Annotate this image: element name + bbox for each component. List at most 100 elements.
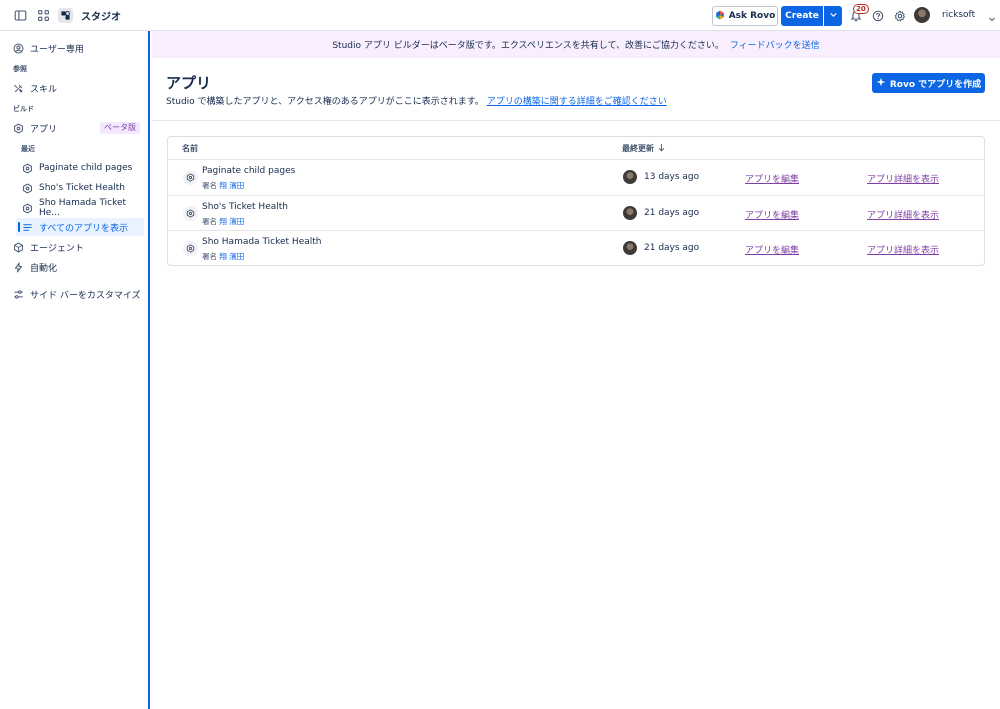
edit-app-link[interactable]: アプリを編集 [745,172,799,185]
notification-count-badge: 20 [853,4,869,14]
sidebar-item-skills[interactable]: スキル [8,79,144,97]
create-app-label: Rovo でアプリを作成 [889,79,982,90]
page-description: Studio で構築したアプリと、アクセス権のあるアプリがここに表示されます。 … [166,94,667,107]
last-updated: 13 days ago [644,172,700,182]
author-label: 署名 [202,252,217,261]
avatar [623,170,637,184]
app-hex-icon [183,206,198,221]
description-text: Studio で構築したアプリと、アクセス権のあるアプリがここに表示されます。 [166,97,484,107]
view-app-details-link[interactable]: アプリ詳細を表示 [867,243,939,256]
sidebar-item-recent-app[interactable]: Sho's Ticket Health [16,179,144,197]
sidebar-item-label: Sho Hamada Ticket He... [39,198,127,218]
sidebar-section-recent: 最近 [21,145,35,153]
sidebar-item-recent-app[interactable]: Sho Hamada Ticket He... [16,198,144,218]
chevron-down-icon [829,10,838,22]
app-author: 署名 翔 濱田 [202,180,244,191]
avatar [623,206,637,220]
view-app-details-link[interactable]: アプリ詳細を表示 [867,172,939,185]
studio-logo-icon[interactable] [58,7,73,23]
app-hex-icon [13,122,24,134]
sidebar: ユーザー専用 参照 スキル ビルド アプリ ベータ版 最近 Paginate c… [0,31,150,709]
sidebar-item-personal[interactable]: ユーザー専用 [8,39,144,57]
create-button[interactable]: Create [781,6,823,26]
last-updated: 21 days ago [644,243,700,253]
table-row: Sho Hamada Ticket Health 署名 翔 濱田 21 days… [168,230,984,265]
app-hex-icon [22,162,33,174]
app-hex-icon [183,170,198,185]
column-header-name[interactable]: 名前 [182,143,198,154]
sidebar-item-label: ユーザー専用 [30,44,84,55]
table-row: Sho's Ticket Health 署名 翔 濱田 21 days ago … [168,195,984,230]
topbar-left-group: スタジオ [0,7,121,23]
author-label: 署名 [202,181,217,190]
edit-app-link[interactable]: アプリを編集 [745,243,799,256]
author-link[interactable]: 翔 濱田 [219,181,244,190]
feedback-link[interactable]: フィードバックを送信 [730,38,820,51]
sidebar-item-agents[interactable]: エージェント [8,238,144,256]
lightning-icon [13,262,24,273]
sidebar-item-label: Sho's Ticket Health [39,183,125,193]
arrow-down-icon [657,143,666,154]
sidebar-item-automation[interactable]: 自動化 [8,258,144,276]
top-navigation-bar: スタジオ Ask Rovo Create 20 ricksoft [0,0,1000,31]
sidebar-item-label: すべてのアプリを表示 [39,223,129,234]
sidebar-section-build: ビルド [13,105,34,113]
learn-more-link[interactable]: アプリの構築に関する詳細をご確認ください [487,97,667,107]
apps-table: 名前 最終更新 Paginate child pages 署名 翔 濱田 13 … [167,136,985,266]
table-row: Paginate child pages 署名 翔 濱田 13 days ago… [168,159,984,194]
username[interactable]: ricksoft [942,10,975,20]
sidebar-section-reference: 参照 [13,65,27,73]
sidebar-item-label: Paginate child pages [39,163,133,173]
app-hex-icon [22,202,33,214]
gear-icon[interactable] [892,8,908,24]
sidebar-item-label: アプリ [30,124,58,135]
ask-rovo-label: Ask Rovo [728,11,776,21]
sliders-icon [13,289,24,300]
edit-app-link[interactable]: アプリを編集 [745,208,799,221]
page-title: アプリ [166,74,212,92]
banner-text: Studio アプリ ビルダーはベータ版です。エクスペリエンスを共有して、改善に… [332,41,724,51]
column-header-label: 最終更新 [622,144,654,153]
app-author: 署名 翔 濱田 [202,251,244,262]
chevron-down-icon[interactable] [984,11,1000,27]
list-icon [22,222,33,233]
user-circle-icon [13,43,24,54]
header-divider [152,120,1000,121]
beta-feedback-banner: Studio アプリ ビルダーはベータ版です。エクスペリエンスを共有して、改善に… [152,31,1000,58]
app-name[interactable]: Sho's Ticket Health [202,202,288,212]
author-link[interactable]: 翔 濱田 [219,252,244,261]
create-app-with-rovo-button[interactable]: Rovo でアプリを作成 [872,73,985,93]
app-title[interactable]: スタジオ [81,8,121,23]
sidebar-item-recent-app[interactable]: Paginate child pages [16,159,144,177]
app-switcher-icon[interactable] [35,7,51,23]
view-app-details-link[interactable]: アプリ詳細を表示 [867,208,939,221]
app-hex-icon [22,182,33,194]
beta-badge: ベータ版 [100,122,140,134]
sidebar-item-apps[interactable]: アプリ ベータ版 [8,119,144,137]
sidebar-item-label: 自動化 [30,263,58,274]
skills-icon [13,83,24,94]
create-dropdown-button[interactable] [824,6,842,26]
avatar [623,241,637,255]
sparkle-icon [876,77,886,90]
sidebar-toggle-icon[interactable] [12,7,28,23]
app-author: 署名 翔 濱田 [202,216,244,227]
agent-icon [13,241,24,253]
avatar[interactable] [914,7,930,23]
ask-rovo-button[interactable]: Ask Rovo [712,6,778,26]
sidebar-item-label: スキル [30,84,58,95]
app-name[interactable]: Paginate child pages [202,166,295,176]
sidebar-item-customize[interactable]: サイド バーをカスタマイズ [8,285,144,303]
rovo-icon [715,10,725,23]
app-name[interactable]: Sho Hamada Ticket Health [202,237,321,247]
help-icon[interactable] [870,8,886,24]
sidebar-item-view-all-apps[interactable]: すべてのアプリを表示 [16,218,144,236]
author-label: 署名 [202,217,217,226]
sidebar-item-label: エージェント [30,243,84,254]
last-updated: 21 days ago [644,208,700,218]
column-header-label: 名前 [182,144,198,153]
sidebar-item-label: サイド バーをカスタマイズ [30,290,141,301]
app-hex-icon [183,241,198,256]
author-link[interactable]: 翔 濱田 [219,217,244,226]
column-header-updated[interactable]: 最終更新 [622,143,666,154]
